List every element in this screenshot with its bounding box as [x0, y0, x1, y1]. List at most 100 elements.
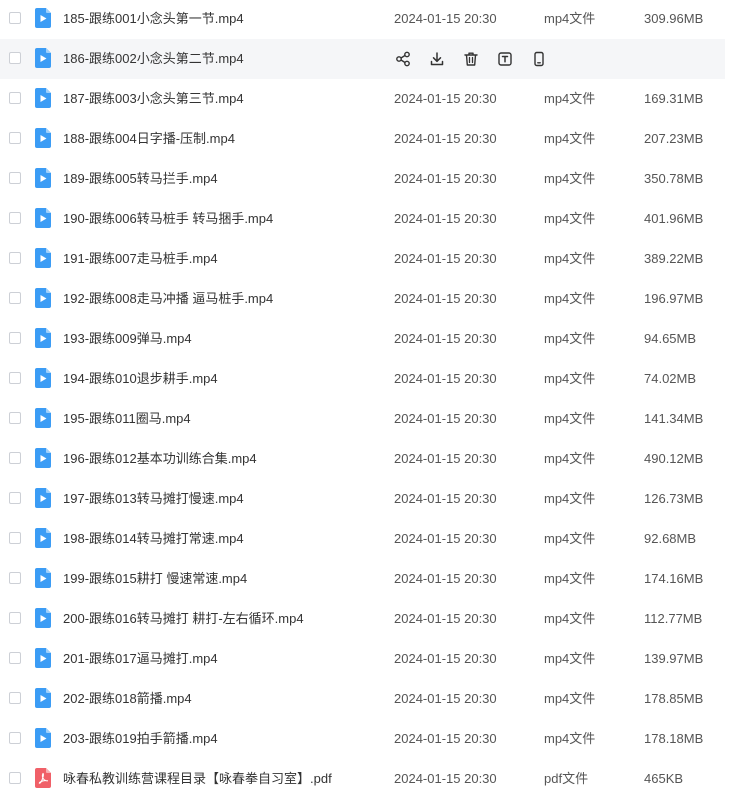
row-checkbox[interactable]	[9, 12, 21, 24]
file-name[interactable]: 咏春私教训练营课程目录【咏春拳自习室】.pdf	[63, 771, 332, 787]
file-name[interactable]: 196-跟练012基本功训练合集.mp4	[63, 451, 257, 467]
file-row[interactable]: 200-跟练016转马摊打 耕打-左右循环.mp4 2024-01-15 20:3…	[0, 599, 725, 639]
file-row[interactable]: 188-跟练004日字播-压制.mp4 2024-01-15 20:30 mp4文件…	[0, 119, 725, 159]
file-name[interactable]: 188-跟练004日字播-压制.mp4	[63, 131, 235, 147]
file-date: 2024-01-15 20:30	[394, 571, 497, 586]
file-date: 2024-01-15 20:30	[394, 771, 497, 786]
file-date: 2024-01-15 20:30	[394, 211, 497, 226]
file-row[interactable]: 192-跟练008走马冲播 逼马桩手.mp4 2024-01-15 20:30 mp…	[0, 279, 725, 319]
file-row[interactable]: 咏春私教训练营课程目录【咏春拳自习室】.pdf 2024-01-15 20:30 p…	[0, 759, 725, 799]
file-name[interactable]: 200-跟练016转马摊打 耕打-左右循环.mp4	[63, 611, 304, 627]
row-checkbox[interactable]	[9, 92, 21, 104]
file-row[interactable]: 196-跟练012基本功训练合集.mp4 2024-01-15 20:30 mp4文…	[0, 439, 725, 479]
file-type: mp4文件	[544, 411, 596, 426]
file-name[interactable]: 197-跟练013转马摊打慢速.mp4	[63, 491, 244, 507]
file-name[interactable]: 192-跟练008走马冲播 逼马桩手.mp4	[63, 291, 273, 307]
row-checkbox[interactable]	[9, 532, 21, 544]
file-name[interactable]: 198-跟练014转马摊打常速.mp4	[63, 531, 244, 547]
video-file-icon	[35, 608, 51, 628]
delete-icon[interactable]	[462, 50, 480, 68]
file-row[interactable]: 197-跟练013转马摊打慢速.mp4 2024-01-15 20:30 mp4文件…	[0, 479, 725, 519]
file-name[interactable]: 202-跟练018箭播.mp4	[63, 691, 192, 707]
video-file-icon	[35, 648, 51, 668]
file-name[interactable]: 195-跟练011圈马.mp4	[63, 411, 191, 427]
video-file-icon	[35, 728, 51, 748]
file-type: pdf文件	[544, 771, 589, 786]
file-name[interactable]: 203-跟练019拍手箭播.mp4	[63, 731, 218, 747]
file-date: 2024-01-15 20:30	[394, 11, 497, 26]
file-row[interactable]: 201-跟练017逼马摊打.mp4 2024-01-15 20:30 mp4文件 13…	[0, 639, 725, 679]
file-type: mp4文件	[544, 531, 596, 546]
file-type: mp4文件	[544, 611, 596, 626]
file-type: mp4文件	[544, 171, 596, 186]
file-row[interactable]: 195-跟练011圈马.mp4 2024-01-15 20:30 mp4文件 141.…	[0, 399, 725, 439]
row-checkbox[interactable]	[9, 452, 21, 464]
row-checkbox[interactable]	[9, 492, 21, 504]
file-size: 207.23MB	[644, 131, 704, 146]
file-type: mp4文件	[544, 331, 596, 346]
file-row[interactable]: 186-跟练002小念头第二节.mp4	[0, 39, 725, 79]
row-checkbox[interactable]	[9, 612, 21, 624]
file-name[interactable]: 185-跟练001小念头第一节.mp4	[63, 11, 244, 27]
row-checkbox[interactable]	[9, 572, 21, 584]
file-date: 2024-01-15 20:30	[394, 691, 497, 706]
file-row[interactable]: 199-跟练015耕打 慢速常速.mp4 2024-01-15 20:30 mp4文…	[0, 559, 725, 599]
row-checkbox[interactable]	[9, 652, 21, 664]
file-name[interactable]: 194-跟练010退步耕手.mp4	[63, 371, 218, 387]
file-size: 309.96MB	[644, 11, 704, 26]
file-name[interactable]: 190-跟练006转马桩手 转马捆手.mp4	[63, 211, 273, 227]
video-file-icon	[35, 128, 51, 148]
file-size: 112.77MB	[644, 611, 703, 626]
file-name[interactable]: 187-跟练003小念头第三节.mp4	[63, 91, 244, 107]
file-name[interactable]: 191-跟练007走马桩手.mp4	[63, 251, 218, 267]
row-checkbox[interactable]	[9, 692, 21, 704]
video-file-icon	[35, 488, 51, 508]
row-checkbox[interactable]	[9, 732, 21, 744]
file-size: 139.97MB	[644, 651, 704, 666]
video-file-icon	[35, 168, 51, 188]
file-size: 74.02MB	[644, 371, 697, 386]
file-date: 2024-01-15 20:30	[394, 131, 497, 146]
row-checkbox[interactable]	[9, 172, 21, 184]
file-size: 174.16MB	[644, 571, 704, 586]
file-name[interactable]: 201-跟练017逼马摊打.mp4	[63, 651, 218, 667]
video-file-icon	[35, 408, 51, 428]
file-type: mp4文件	[544, 211, 596, 226]
row-checkbox[interactable]	[9, 772, 21, 784]
file-date: 2024-01-15 20:30	[394, 91, 497, 106]
share-icon[interactable]	[394, 50, 412, 68]
download-icon[interactable]	[428, 50, 446, 68]
row-checkbox[interactable]	[9, 412, 21, 424]
row-checkbox[interactable]	[9, 132, 21, 144]
file-row[interactable]: 187-跟练003小念头第三节.mp4 2024-01-15 20:30 mp4文件…	[0, 79, 725, 119]
file-row[interactable]: 203-跟练019拍手箭播.mp4 2024-01-15 20:30 mp4文件 17…	[0, 719, 725, 759]
file-row[interactable]: 191-跟练007走马桩手.mp4 2024-01-15 20:30 mp4文件 38…	[0, 239, 725, 279]
file-name[interactable]: 186-跟练002小念头第二节.mp4	[63, 51, 244, 67]
row-checkbox[interactable]	[9, 52, 21, 64]
file-row[interactable]: 193-跟练009弹马.mp4 2024-01-15 20:30 mp4文件 94.6…	[0, 319, 725, 359]
row-checkbox[interactable]	[9, 372, 21, 384]
mobile-icon[interactable]	[530, 50, 548, 68]
file-size: 92.68MB	[644, 531, 697, 546]
file-type: mp4文件	[544, 251, 596, 266]
row-checkbox[interactable]	[9, 292, 21, 304]
file-row[interactable]: 185-跟练001小念头第一节.mp4 2024-01-15 20:30 mp4文件…	[0, 0, 725, 39]
file-name[interactable]: 193-跟练009弹马.mp4	[63, 331, 192, 347]
file-row[interactable]: 194-跟练010退步耕手.mp4 2024-01-15 20:30 mp4文件 74…	[0, 359, 725, 399]
text-extract-icon[interactable]	[496, 50, 514, 68]
file-date: 2024-01-15 20:30	[394, 331, 497, 346]
file-row[interactable]: 198-跟练014转马摊打常速.mp4 2024-01-15 20:30 mp4文件…	[0, 519, 725, 559]
file-size: 126.73MB	[644, 491, 704, 506]
row-checkbox[interactable]	[9, 332, 21, 344]
file-type: mp4文件	[544, 371, 596, 386]
video-file-icon	[35, 248, 51, 268]
file-row[interactable]: 189-跟练005转马拦手.mp4 2024-01-15 20:30 mp4文件 35…	[0, 159, 725, 199]
row-checkbox[interactable]	[9, 252, 21, 264]
file-size: 169.31MB	[644, 91, 704, 106]
file-name[interactable]: 189-跟练005转马拦手.mp4	[63, 171, 218, 187]
file-row[interactable]: 202-跟练018箭播.mp4 2024-01-15 20:30 mp4文件 178.…	[0, 679, 725, 719]
file-row[interactable]: 190-跟练006转马桩手 转马捆手.mp4 2024-01-15 20:30 mp…	[0, 199, 725, 239]
row-checkbox[interactable]	[9, 212, 21, 224]
file-name[interactable]: 199-跟练015耕打 慢速常速.mp4	[63, 571, 247, 587]
video-file-icon	[35, 8, 51, 28]
